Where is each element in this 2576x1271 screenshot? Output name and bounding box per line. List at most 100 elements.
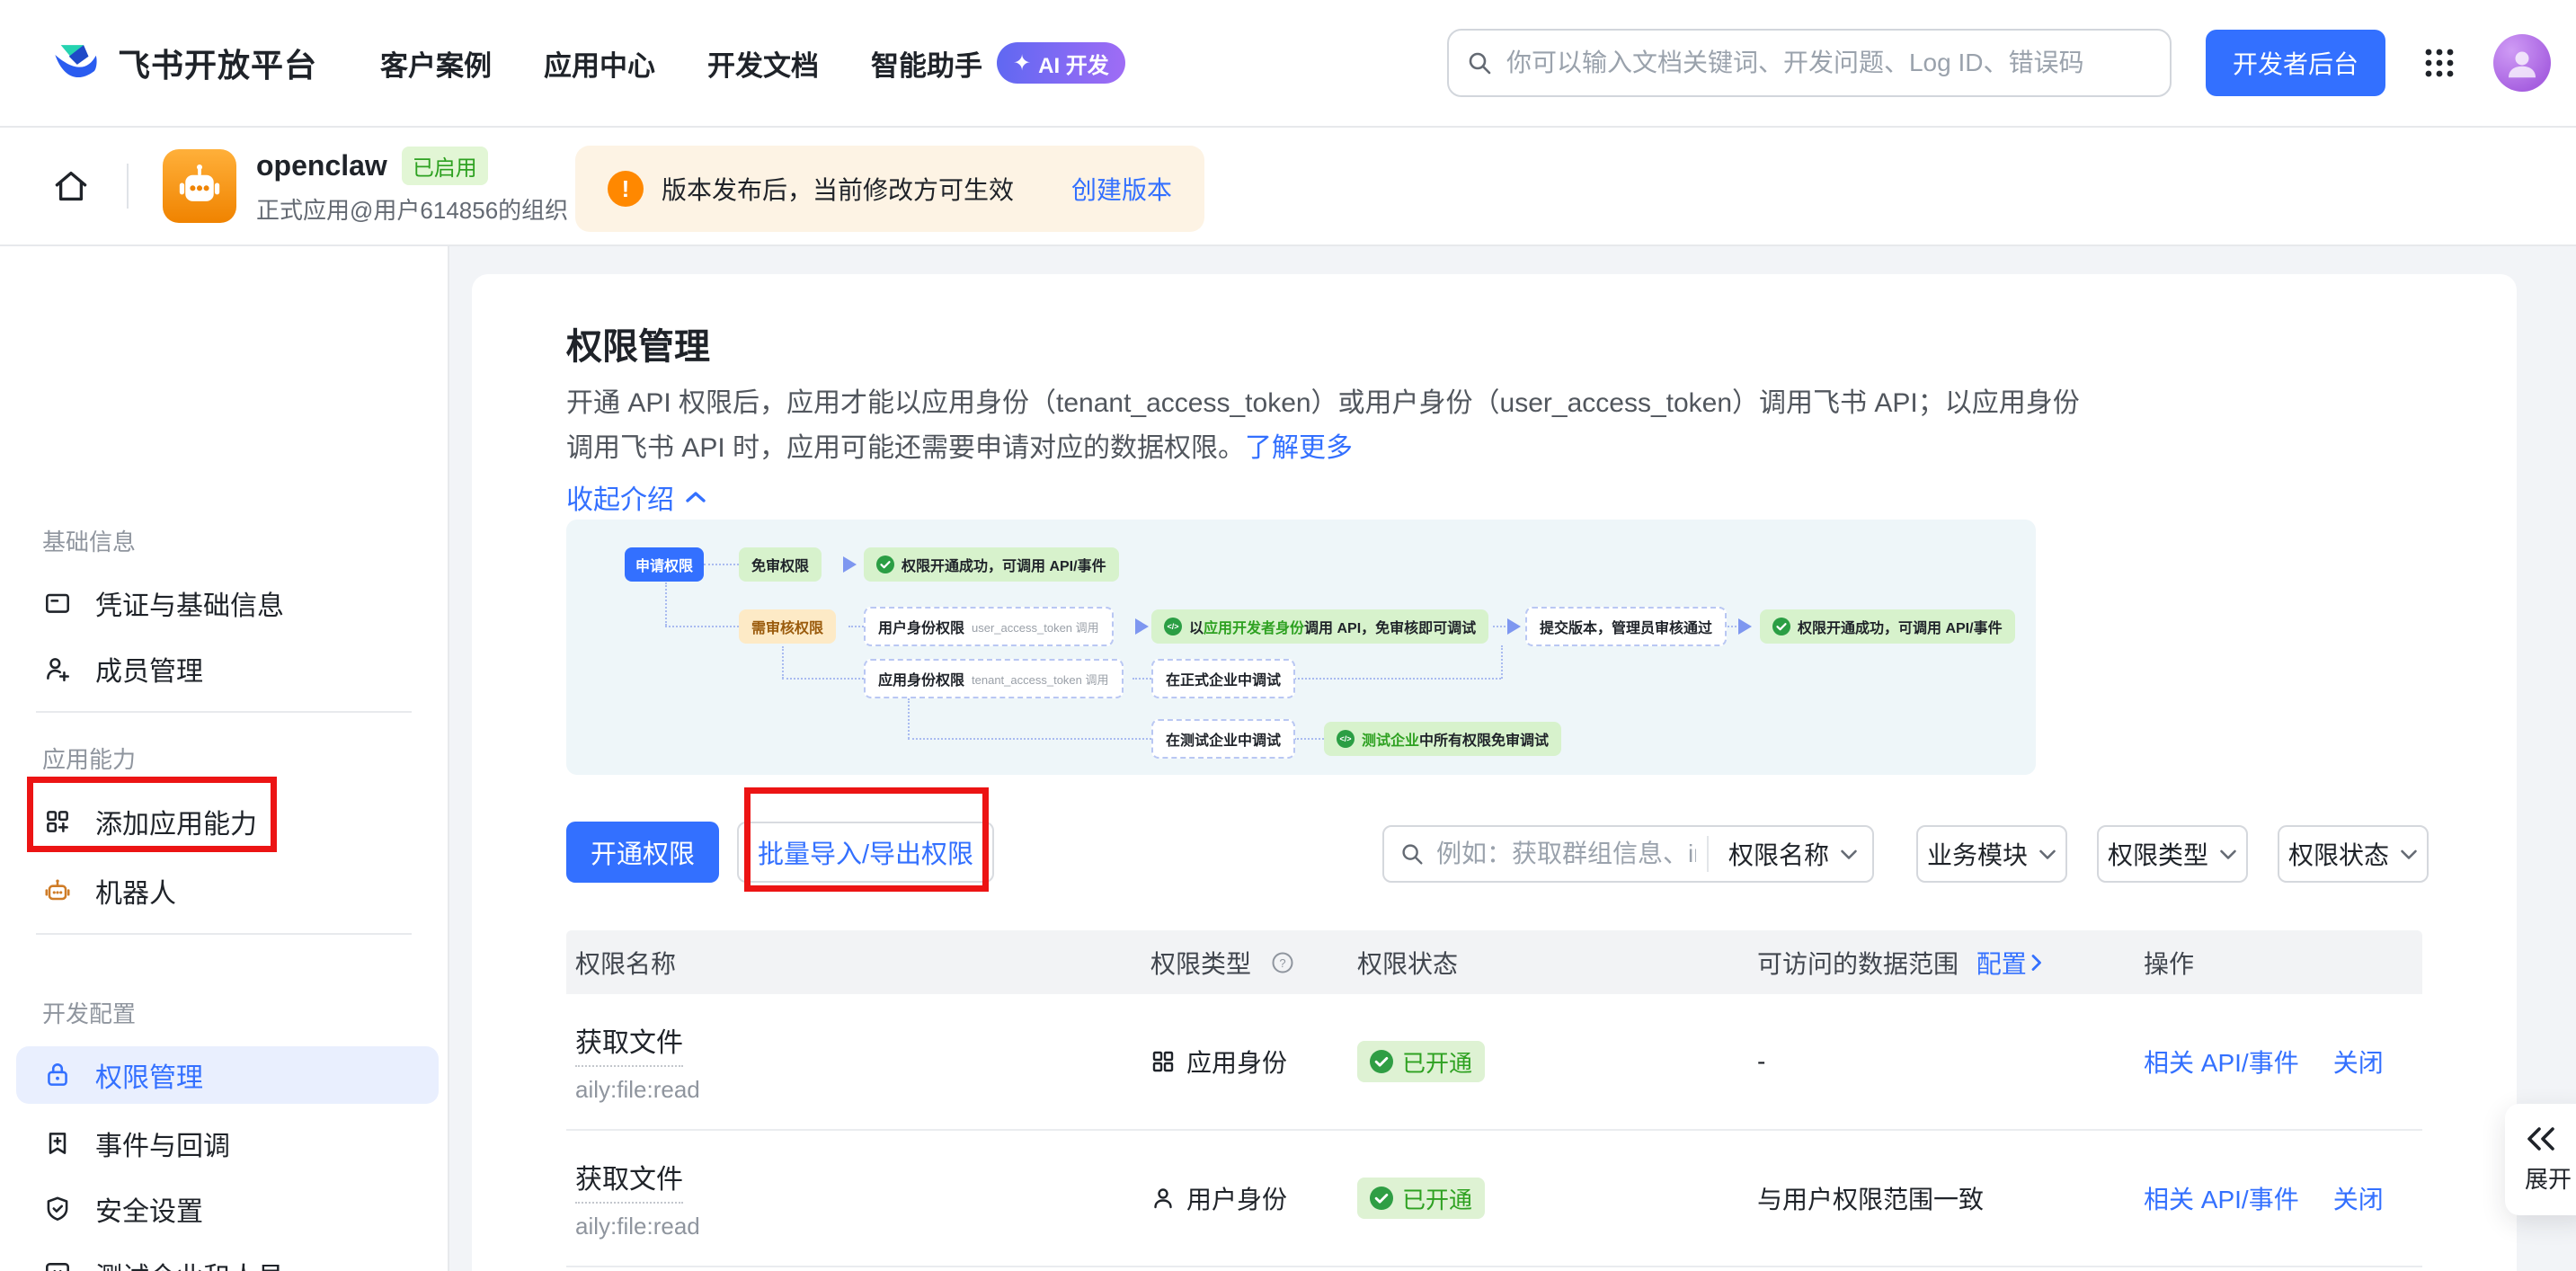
dotted-connector [908, 738, 1151, 740]
chevron-down-icon [1840, 849, 1858, 860]
table-row: 获取文件 aily:file:read 用户身份 已开通 与用户权限范围一致 [566, 1131, 2422, 1267]
app-name: openclaw [256, 149, 387, 182]
user-identity-icon [1150, 1186, 1176, 1211]
check-circle-icon [1370, 1187, 1393, 1210]
column-header-scope: 可访问的数据范围 配置 [1757, 945, 2144, 981]
help-question-icon[interactable]: ? [1271, 951, 1294, 974]
app-identity-icon [1150, 1049, 1176, 1074]
page-title: 权限管理 [566, 317, 710, 369]
filter-business-module[interactable]: 业务模块 [1916, 825, 2067, 883]
create-version-link[interactable]: 创建版本 [1071, 171, 1172, 207]
brand-name: 飞书开放平台 [118, 40, 317, 86]
check-circle-icon [876, 556, 894, 573]
flow-node-user-perm: 用户身份权限user_access_token 调用 [864, 607, 1114, 646]
event-callback-icon [42, 1128, 73, 1159]
description-line2: 调用飞书 API 时，应用可能还需要申请对应的数据权限。了解更多 [566, 429, 1353, 468]
feishu-logo-icon [49, 37, 102, 89]
permission-name[interactable]: 获取文件 [575, 1020, 683, 1067]
divider [36, 711, 412, 713]
nav-item-docs[interactable]: 开发文档 [707, 43, 819, 84]
sidebar-item-permissions[interactable]: 权限管理 [0, 1046, 448, 1104]
configure-link[interactable]: 配置 [1976, 945, 2042, 981]
sidebar-item-events[interactable]: 事件与回调 [0, 1110, 448, 1177]
sidebar-item-security[interactable]: 安全设置 [0, 1176, 448, 1242]
search-category-select[interactable]: 权限名称 [1707, 836, 1858, 872]
version-banner: ! 版本发布后，当前修改方可生效 创建版本 [575, 146, 1204, 232]
sidebar-item-test-company[interactable]: 测试企业和人员 [0, 1241, 448, 1271]
check-circle-icon [1370, 1050, 1393, 1073]
global-search-input[interactable] [1506, 49, 2154, 77]
app-subtitle: 正式应用@用户614856的组织 [256, 192, 568, 226]
expand-panel-tab[interactable]: 展开 [2505, 1104, 2576, 1215]
section-label-capability: 应用能力 [42, 742, 136, 775]
home-icon[interactable] [49, 164, 93, 208]
description-line1: 开通 API 权限后，应用才能以应用身份（tenant_access_token… [566, 384, 2080, 423]
brand-logo[interactable]: 飞书开放平台 [49, 37, 317, 89]
table-row: 获取文件 aily:file:read 应用身份 已开通 - [566, 994, 2422, 1131]
batch-import-export-button[interactable]: 批量导入/导出权限 [737, 822, 994, 883]
status-badge-enabled: 已启用 [402, 147, 488, 185]
nav-item-assistant[interactable]: 智能助手 ✦ AI 开发 [871, 42, 1125, 84]
developer-console-button[interactable]: 开发者后台 [2206, 30, 2385, 96]
column-header-type: 权限类型 ? [1150, 945, 1357, 981]
sidebar-item-add-capability[interactable]: 添加应用能力 [0, 788, 448, 855]
app-header-bar: openclaw 已启用 正式应用@用户614856的组织 ! 版本发布后，当前… [0, 128, 2576, 246]
section-label-dev-config: 开发配置 [42, 996, 136, 1029]
column-header-status: 权限状态 [1357, 945, 1757, 981]
member-add-icon [42, 653, 73, 684]
filter-permission-status[interactable]: 权限状态 [2278, 825, 2429, 883]
dotted-connector [704, 564, 739, 565]
permission-flow-diagram: 申请权限 免审权限 权限开通成功，可调用 API/事件 需审核权限 用户身份权限… [566, 520, 2036, 775]
page: 飞书开放平台 客户案例 应用中心 开发文档 智能助手 ✦ AI 开发 [0, 0, 2576, 1271]
arrow-icon [1135, 618, 1149, 635]
nav-item-cases[interactable]: 客户案例 [380, 43, 492, 84]
dotted-connector [665, 626, 739, 627]
open-permission-button[interactable]: 开通权限 [566, 822, 719, 883]
data-scope: - [1757, 1047, 2144, 1076]
flow-node-success-1: 权限开通成功，可调用 API/事件 [864, 547, 1119, 582]
learn-more-link[interactable]: 了解更多 [1245, 433, 1353, 463]
sidebar-item-bot[interactable]: 机器人 [0, 858, 448, 924]
dotted-connector [1294, 738, 1324, 740]
apps-grid-icon[interactable] [2420, 43, 2459, 83]
flow-node-test-free: </> 测试企业中所有权限免审调试 [1324, 722, 1561, 756]
arrow-icon [1738, 618, 1752, 635]
search-icon [1399, 840, 1426, 867]
expand-label: 展开 [2525, 1161, 2572, 1195]
user-avatar[interactable] [2493, 34, 2551, 92]
nav-item-app-center[interactable]: 应用中心 [544, 43, 655, 84]
dotted-connector [848, 626, 864, 627]
nav-menu: 客户案例 应用中心 开发文档 智能助手 ✦ AI 开发 [380, 42, 1125, 84]
dotted-connector [665, 582, 667, 626]
column-header-name: 权限名称 [566, 945, 1150, 981]
status-badge: 已开通 [1357, 1041, 1485, 1082]
related-api-link[interactable]: 相关 API/事件 [2144, 1180, 2299, 1216]
flow-node-apply: 申请权限 [625, 547, 704, 582]
dotted-connector [782, 646, 784, 679]
flow-node-success-2: 权限开通成功，可调用 API/事件 [1760, 609, 2015, 644]
flow-node-tenant-perm: 应用身份权限tenant_access_token 调用 [864, 659, 1124, 698]
data-scope: 与用户权限范围一致 [1757, 1180, 2144, 1216]
sidebar: 基础信息 凭证与基础信息 成员管理 应用能力 [0, 246, 449, 1271]
code-icon [42, 1259, 73, 1271]
permission-search-input[interactable] [1436, 840, 1696, 868]
chevron-down-icon [2400, 849, 2418, 860]
sidebar-item-credentials[interactable]: 凭证与基础信息 [0, 570, 448, 636]
dotted-connector [1294, 678, 1501, 680]
close-permission-link[interactable]: 关闭 [2333, 1044, 2384, 1080]
close-permission-link[interactable]: 关闭 [2333, 1180, 2384, 1216]
dotted-connector [1501, 645, 1503, 679]
sidebar-item-members[interactable]: 成员管理 [0, 636, 448, 702]
chevron-down-icon [2219, 849, 2237, 860]
filter-permission-type[interactable]: 权限类型 [2097, 825, 2248, 883]
blocks-plus-icon [42, 806, 73, 837]
chevron-right-icon [2030, 954, 2042, 972]
related-api-link[interactable]: 相关 API/事件 [2144, 1044, 2299, 1080]
section-label-basic: 基础信息 [42, 524, 136, 557]
banner-text: 版本发布后，当前修改方可生效 [662, 171, 1014, 207]
dotted-connector [908, 698, 910, 739]
permission-name[interactable]: 获取文件 [575, 1157, 683, 1204]
arrow-icon [1507, 618, 1521, 635]
app-meta: openclaw 已启用 正式应用@用户614856的组织 [256, 147, 568, 226]
collapse-intro-link[interactable]: 收起介绍 [566, 477, 706, 517]
